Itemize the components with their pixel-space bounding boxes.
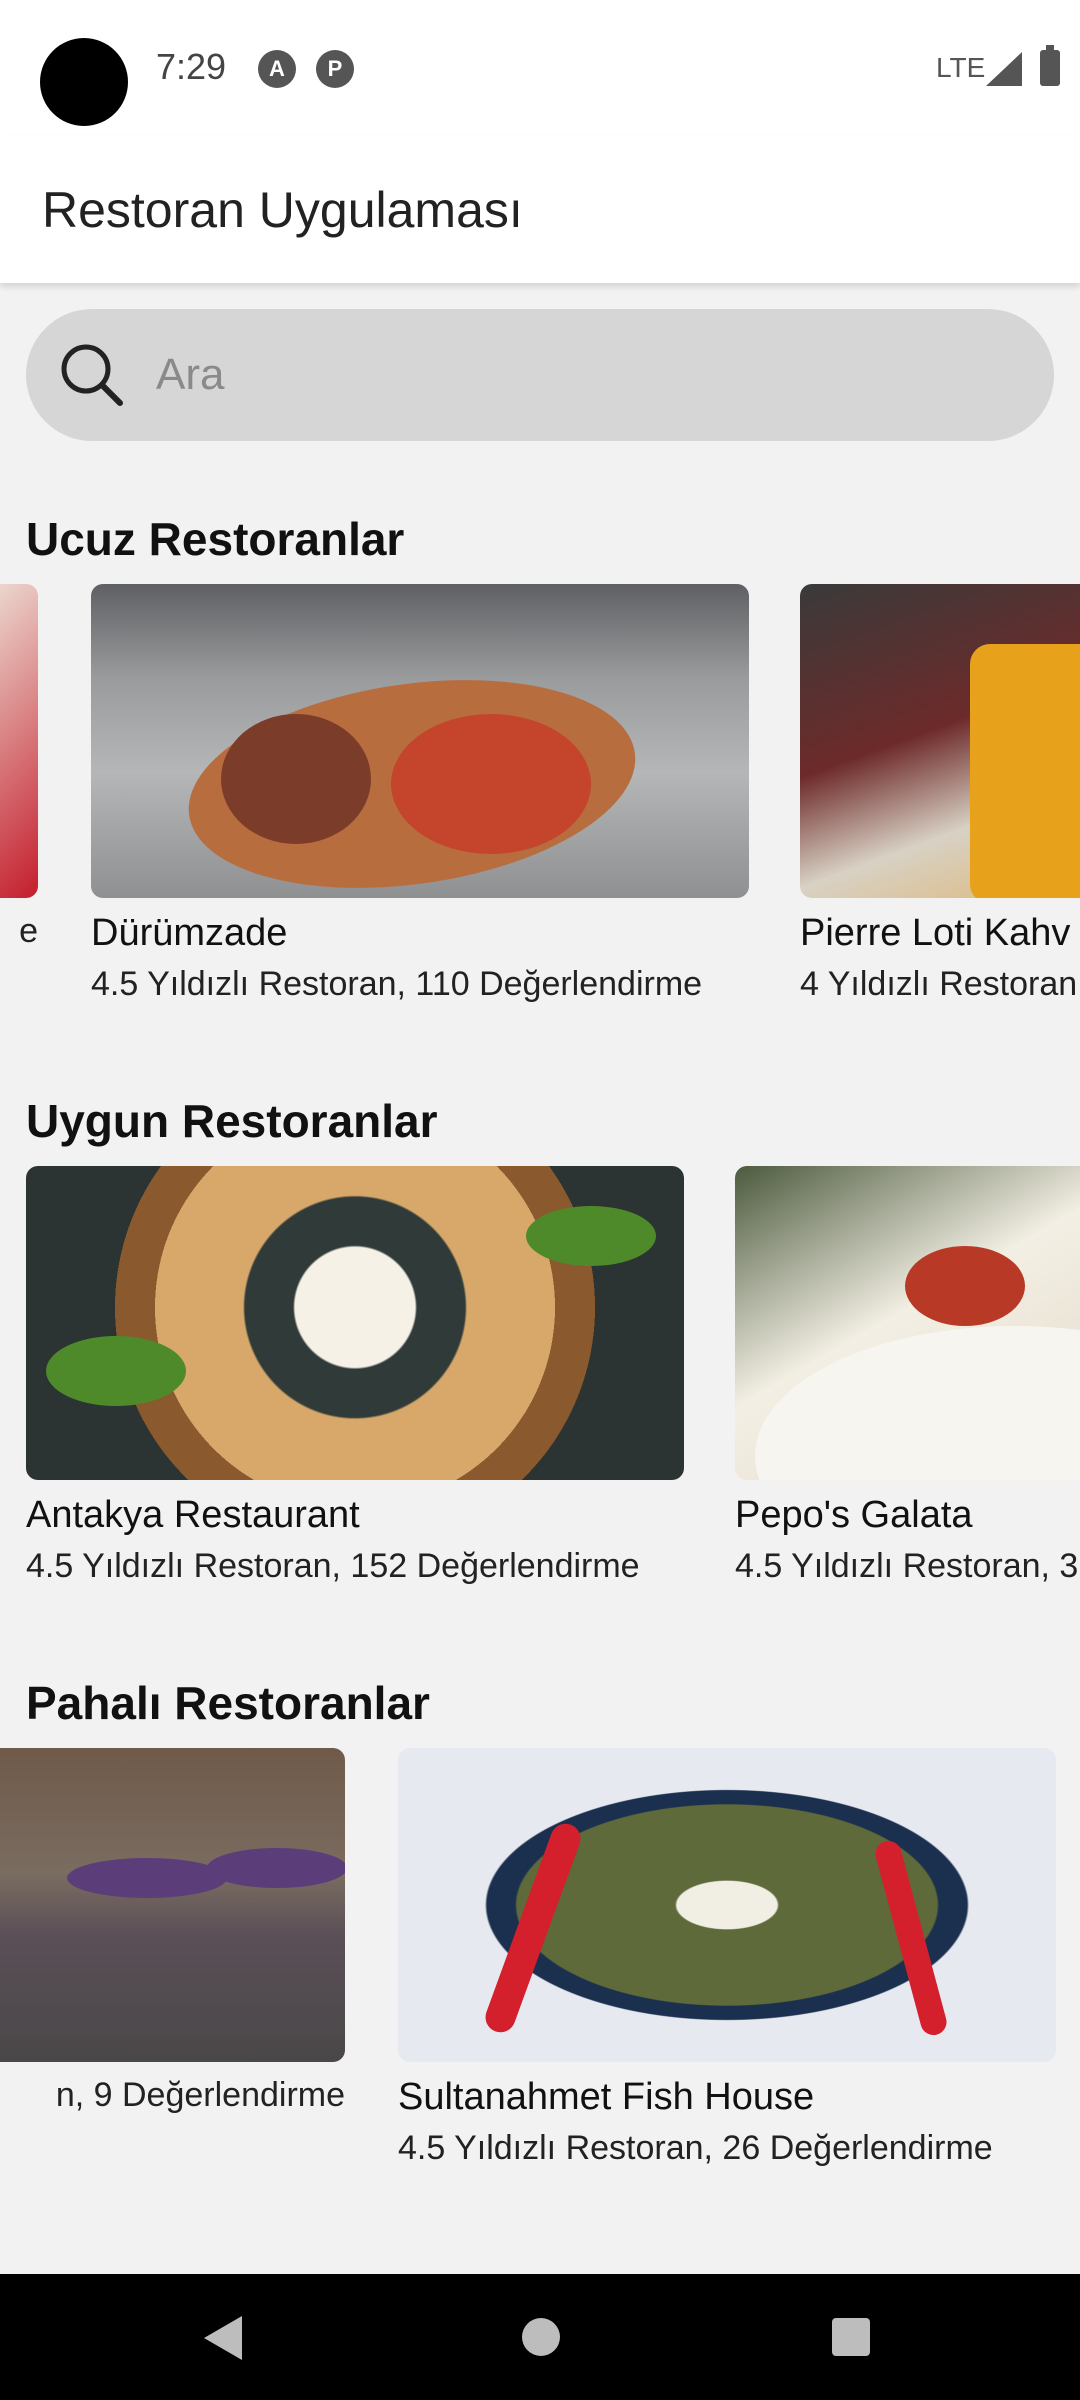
cheap-restaurants-row[interactable]: e Dürümzade 4.5 Yıldızlı Restoran, 110 D… — [0, 584, 1080, 1054]
status-bar: 7:29 A P LTE — [0, 0, 1080, 135]
signal-icon — [986, 52, 1022, 86]
restaurant-image — [0, 584, 38, 898]
section-title-affordable: Uygun Restoranlar — [26, 1095, 438, 1147]
restaurant-rating: 4.5 Yıldızlı Restoran, 152 Değerlendirme — [26, 1547, 640, 1585]
restaurant-image — [0, 1748, 345, 2062]
restaurant-card-sultanahmet-fish-house[interactable]: Sultanahmet Fish House 4.5 Yıldızlı Rest… — [398, 1748, 1056, 2168]
restaurant-rating: 4.5 Yıldızlı Restoran, 110 Değerlendirme — [91, 965, 703, 1003]
restaurant-image — [398, 1748, 1056, 2062]
network-type: LTE — [936, 52, 986, 83]
home-icon[interactable] — [522, 2318, 560, 2356]
restaurant-image — [91, 584, 749, 898]
affordable-restaurants-row[interactable]: Antakya Restaurant 4.5 Yıldızlı Restoran… — [0, 1166, 1080, 1636]
restaurant-rating: n, 9 Değerlendirme — [55, 2076, 345, 2114]
camera-cutout — [40, 38, 128, 126]
restaurant-image — [26, 1166, 684, 1480]
restaurant-name: Pepo's Galata — [735, 1494, 973, 1536]
restaurant-rating: 4.5 Yıldızlı Restoran, 26 Değerlendirme — [398, 2129, 993, 2167]
restaurant-name: Sultanahmet Fish House — [398, 2076, 815, 2118]
search-input[interactable] — [156, 337, 1016, 413]
search-bar[interactable] — [26, 309, 1054, 441]
restaurant-card[interactable]: e — [0, 584, 38, 951]
restaurant-rating: 4.5 Yıldızlı Restoran, 3 — [735, 1547, 1079, 1585]
back-icon[interactable] — [204, 2316, 242, 2360]
expensive-restaurants-row[interactable]: n, 9 Değerlendirme Sultanahmet Fish Hous… — [0, 1748, 1080, 2218]
page-title: Restoran Uygulaması — [42, 182, 523, 238]
p-notification-icon: P — [316, 50, 354, 88]
status-time: 7:29 — [156, 46, 227, 87]
section-title-expensive: Pahalı Restoranlar — [26, 1677, 430, 1729]
search-icon — [61, 344, 123, 406]
system-navigation-bar — [0, 2274, 1080, 2400]
a-notification-icon: A — [258, 50, 296, 88]
restaurant-name: Pierre Loti Kahv — [800, 912, 1071, 954]
app-bar: Restoran Uygulaması — [0, 135, 1080, 283]
restaurant-image — [800, 584, 1080, 898]
restaurant-rating: e — [19, 912, 38, 950]
restaurant-card-antakya[interactable]: Antakya Restaurant 4.5 Yıldızlı Restoran… — [26, 1166, 684, 1586]
restaurant-card-pierre-loti[interactable]: Pierre Loti Kahv 4 Yıldızlı Restoran — [800, 584, 1080, 1004]
restaurant-image — [735, 1166, 1080, 1480]
restaurant-name: Antakya Restaurant — [26, 1494, 360, 1536]
section-title-cheap: Ucuz Restoranlar — [26, 513, 405, 565]
battery-icon — [1040, 45, 1060, 86]
restaurant-card[interactable]: n, 9 Değerlendirme — [0, 1748, 345, 2115]
restaurant-name: Dürümzade — [91, 912, 288, 954]
restaurant-card-durumzade[interactable]: Dürümzade 4.5 Yıldızlı Restoran, 110 Değ… — [91, 584, 749, 1004]
restaurant-card-pepos-galata[interactable]: Pepo's Galata 4.5 Yıldızlı Restoran, 3 — [735, 1166, 1080, 1586]
restaurant-rating: 4 Yıldızlı Restoran — [800, 965, 1078, 1003]
recent-apps-icon[interactable] — [832, 2318, 870, 2356]
